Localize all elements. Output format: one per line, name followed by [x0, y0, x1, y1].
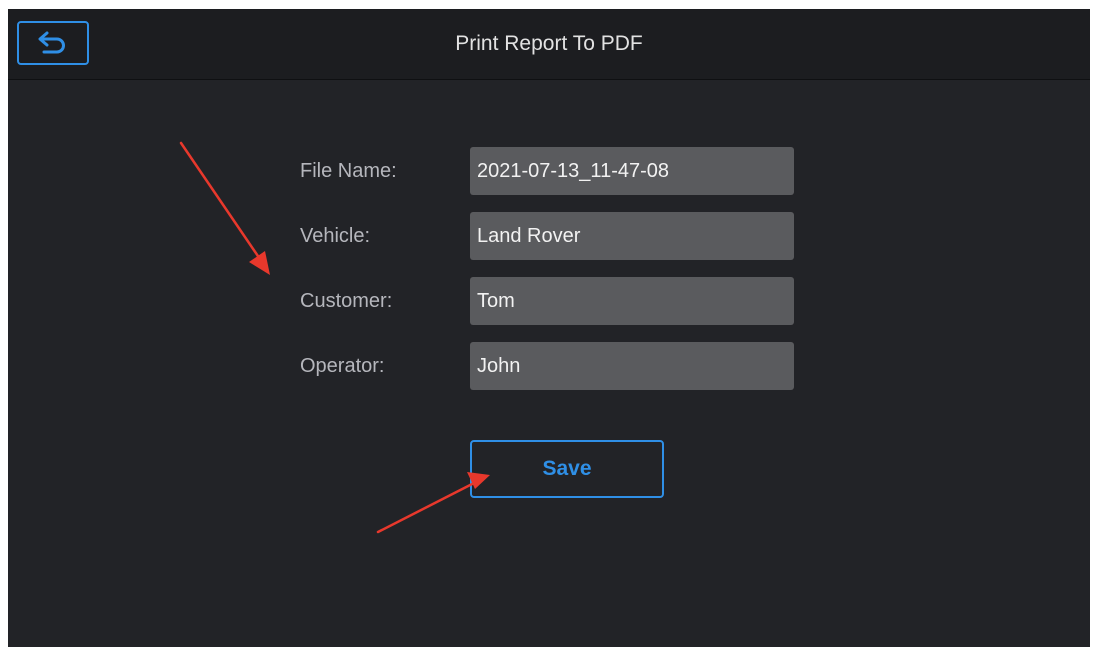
vehicle-field[interactable]: Land Rover [470, 212, 794, 260]
file-name-label: File Name: [300, 160, 397, 182]
customer-label: Customer: [300, 290, 393, 312]
customer-field[interactable]: Tom [470, 277, 794, 325]
operator-label: Operator: [300, 355, 385, 377]
back-button[interactable] [17, 21, 89, 65]
save-button[interactable]: Save [470, 440, 664, 498]
back-arrow-icon [36, 30, 70, 56]
file-name-field[interactable]: 2021-07-13_11-47-08 [470, 147, 794, 195]
operator-field[interactable]: John [470, 342, 794, 390]
vehicle-label: Vehicle: [300, 225, 371, 247]
page-title: Print Report To PDF [455, 32, 643, 55]
app-screen: Print Report To PDF File Name: 2021-07-1… [8, 9, 1090, 647]
header-bar: Print Report To PDF [8, 9, 1090, 80]
